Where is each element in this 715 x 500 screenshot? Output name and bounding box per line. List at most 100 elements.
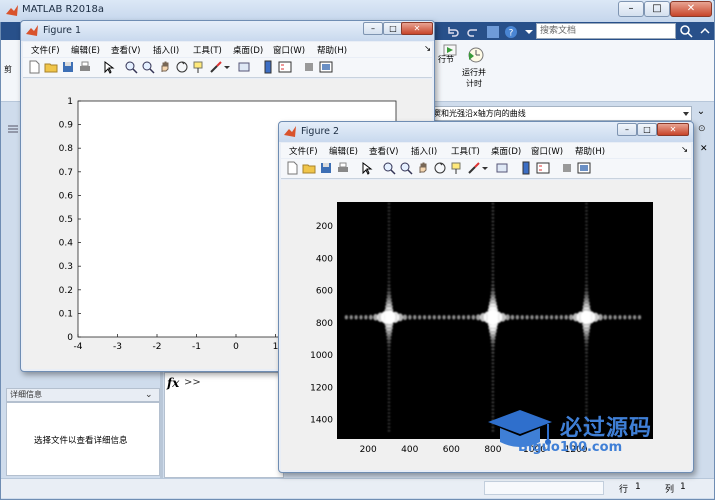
figure2-close-button[interactable]: ✕ <box>657 123 689 136</box>
fig2-menu-window[interactable]: 窗口(W) <box>531 145 563 157</box>
editor-dropdown-icon[interactable]: ⊙ <box>698 124 710 136</box>
help-icon[interactable]: ? <box>503 24 519 40</box>
figure2-minimize-button[interactable]: – <box>617 123 637 136</box>
data-cursor-icon[interactable] <box>450 161 464 175</box>
redo-icon[interactable] <box>465 24 481 40</box>
hide-plot-tools-icon[interactable] <box>560 161 574 175</box>
panel-menu-icon[interactable]: ⌄ <box>694 106 708 121</box>
figure1-maximize-button[interactable]: □ <box>383 22 403 35</box>
edit-plot-icon[interactable] <box>360 161 374 175</box>
link-plot-icon[interactable] <box>495 161 509 175</box>
figure2-title-bar[interactable]: Figure 2 – □ ✕ <box>279 122 693 142</box>
brush-dropdown-icon[interactable] <box>481 161 489 175</box>
rotate-3d-icon[interactable] <box>175 60 189 74</box>
figure1-close-button[interactable]: ✕ <box>401 22 433 35</box>
run-and-time-icon[interactable] <box>466 44 486 64</box>
fig1-menu-desktop[interactable]: 桌面(D) <box>233 44 263 56</box>
fig1-menu-tools[interactable]: 工具(T) <box>193 44 222 56</box>
link-plot-icon[interactable] <box>237 60 251 74</box>
save-figure-icon[interactable] <box>319 161 333 175</box>
fig2-menu-tools[interactable]: 工具(T) <box>451 145 480 157</box>
insert-legend-icon[interactable] <box>536 161 550 175</box>
diffraction-spot <box>585 355 588 358</box>
run-section-label: 行节 <box>438 55 454 64</box>
fig2-menu-file[interactable]: 文件(F) <box>289 145 318 157</box>
diffraction-spot <box>387 362 391 365</box>
diffraction-spot <box>584 287 589 291</box>
data-cursor-icon[interactable] <box>192 60 206 74</box>
search-icon[interactable] <box>678 23 694 39</box>
function-browser-icon[interactable]: fx <box>167 376 179 390</box>
diffraction-spot <box>397 313 404 322</box>
brush-icon[interactable] <box>467 161 481 175</box>
details-panel-header[interactable]: 详细信息 ⌄ <box>6 388 160 402</box>
zoom-in-icon[interactable] <box>382 161 396 175</box>
ribbon-collapse-icon[interactable] <box>697 23 713 39</box>
diffraction-spot <box>387 401 391 404</box>
main-close-button[interactable]: ✕ <box>670 1 712 17</box>
command-window[interactable] <box>164 372 284 478</box>
fig1-menu-dock-icon[interactable]: ↘ <box>424 44 431 54</box>
fig1-xtick-label: -1 <box>192 342 201 352</box>
diffraction-spot <box>491 369 495 372</box>
fig1-menu-help[interactable]: 帮助(H) <box>317 44 347 56</box>
figure1-title-bar[interactable]: Figure 1 – □ ✕ <box>21 21 434 41</box>
diffraction-spot <box>585 224 588 227</box>
search-docs-input[interactable]: 搜索文档 <box>536 23 676 39</box>
diffraction-spot <box>387 351 391 354</box>
insert-colorbar-icon[interactable] <box>519 161 533 175</box>
zoom-out-icon[interactable] <box>399 161 413 175</box>
pan-icon[interactable] <box>158 60 172 74</box>
rotate-3d-icon[interactable] <box>433 161 447 175</box>
diffraction-spot <box>628 315 632 320</box>
figure2-maximize-button[interactable]: □ <box>637 123 657 136</box>
zoom-out-icon[interactable] <box>141 60 155 74</box>
list-icon[interactable] <box>7 124 19 134</box>
fig1-menu-file[interactable]: 文件(F) <box>31 44 60 56</box>
insert-colorbar-icon[interactable] <box>261 60 275 74</box>
details-header-label: 详细信息 <box>10 390 42 399</box>
path-dropdown-icon[interactable] <box>681 109 691 119</box>
new-figure-icon[interactable] <box>27 60 41 74</box>
diffraction-spot <box>413 315 417 320</box>
details-collapse-icon[interactable]: ⌄ <box>145 389 153 401</box>
save-quick-icon[interactable] <box>485 24 501 40</box>
main-maximize-button[interactable]: □ <box>644 1 670 17</box>
fig2-menu-edit[interactable]: 编辑(E) <box>329 145 358 157</box>
zoom-in-icon[interactable] <box>124 60 138 74</box>
print-icon[interactable] <box>78 60 92 74</box>
edit-plot-icon[interactable] <box>102 60 116 74</box>
fig1-menu-edit[interactable]: 编辑(E) <box>71 44 100 56</box>
fig2-menu-help[interactable]: 帮助(H) <box>575 145 605 157</box>
brush-dropdown-icon[interactable] <box>223 60 231 74</box>
undo-icon[interactable] <box>445 24 461 40</box>
diffraction-spot <box>585 365 588 368</box>
dropdown-icon[interactable] <box>521 24 537 40</box>
main-minimize-button[interactable]: – <box>618 1 644 17</box>
fig1-menu-view[interactable]: 查看(V) <box>111 44 140 56</box>
insert-legend-icon[interactable] <box>278 60 292 74</box>
fig2-menu-view[interactable]: 查看(V) <box>369 145 398 157</box>
new-figure-icon[interactable] <box>285 161 299 175</box>
diffraction-spot <box>487 309 499 318</box>
diffraction-spot <box>387 383 391 386</box>
print-icon[interactable] <box>336 161 350 175</box>
hide-plot-tools-icon[interactable] <box>302 60 316 74</box>
diffraction-spot <box>489 332 497 338</box>
fig1-menu-window[interactable]: 窗口(W) <box>273 44 305 56</box>
open-file-icon[interactable] <box>44 60 58 74</box>
open-file-icon[interactable] <box>302 161 316 175</box>
diffraction-spot <box>525 315 529 320</box>
figure1-minimize-button[interactable]: – <box>363 22 383 35</box>
brush-icon[interactable] <box>209 60 223 74</box>
pan-icon[interactable] <box>416 161 430 175</box>
diffraction-spot <box>387 404 391 407</box>
show-plot-tools-icon[interactable] <box>319 60 333 74</box>
fig1-menu-insert[interactable]: 插入(I) <box>153 44 179 56</box>
fig2-menu-dock-icon[interactable]: ↘ <box>681 145 688 155</box>
save-figure-icon[interactable] <box>61 60 75 74</box>
show-plot-tools-icon[interactable] <box>577 161 591 175</box>
fig2-menu-desktop[interactable]: 桌面(D) <box>491 145 521 157</box>
editor-close-icon[interactable]: ✕ <box>700 144 710 154</box>
fig2-menu-insert[interactable]: 插入(I) <box>411 145 437 157</box>
